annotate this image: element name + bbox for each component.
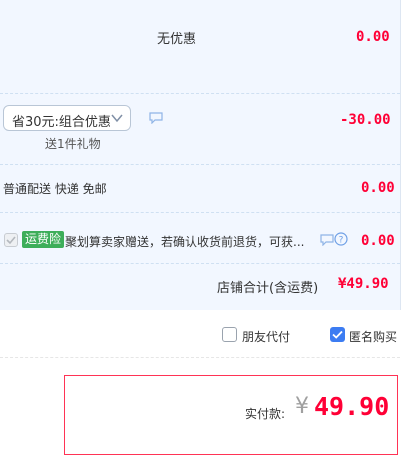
insurance-text: 聚划算卖家赠送，若确认收货前退货，可获...	[65, 235, 305, 249]
discount-amount: 0.00	[356, 29, 390, 45]
store-total-label: 店铺合计(含运费)	[217, 281, 319, 296]
shipping-label: 普通配送 快递 免邮	[3, 182, 107, 196]
store-total-amount: ¥49.90	[338, 276, 389, 292]
help-icon[interactable]: ?	[334, 232, 348, 246]
insurance-checkbox[interactable]	[4, 233, 18, 247]
gift-text: 送1件礼物	[45, 137, 101, 151]
chevron-down-icon	[111, 114, 123, 123]
payment-amount: 49.90	[314, 392, 390, 421]
divider	[0, 263, 400, 264]
message-icon[interactable]	[320, 234, 334, 246]
promo-select-value: 省30元:组合优惠	[12, 115, 111, 130]
check-icon	[6, 236, 16, 245]
panel-border	[400, 0, 401, 310]
divider	[0, 93, 400, 94]
divider	[0, 357, 400, 358]
anonymous-checkbox[interactable]	[330, 327, 345, 342]
insurance-tag: 运费险	[22, 231, 65, 248]
payment-box: 实付款: ¥ 49.90	[64, 375, 398, 455]
divider	[0, 164, 400, 165]
promo-amount: -30.00	[340, 112, 391, 128]
anonymous-label[interactable]: 匿名购买	[349, 328, 397, 345]
promo-select[interactable]: 省30元:组合优惠	[3, 105, 131, 131]
payment-label: 实付款:	[245, 407, 286, 421]
svg-text:?: ?	[339, 236, 344, 246]
payment-currency: ¥	[295, 394, 309, 419]
insurance-amount: 0.00	[361, 233, 395, 249]
message-icon[interactable]	[149, 112, 163, 124]
shipping-amount: 0.00	[361, 180, 395, 196]
friend-pay-checkbox[interactable]	[222, 327, 237, 342]
divider	[0, 212, 400, 213]
friend-pay-label[interactable]: 朋友代付	[242, 328, 290, 345]
check-icon	[332, 330, 343, 339]
discount-label: 无优惠	[157, 32, 197, 47]
